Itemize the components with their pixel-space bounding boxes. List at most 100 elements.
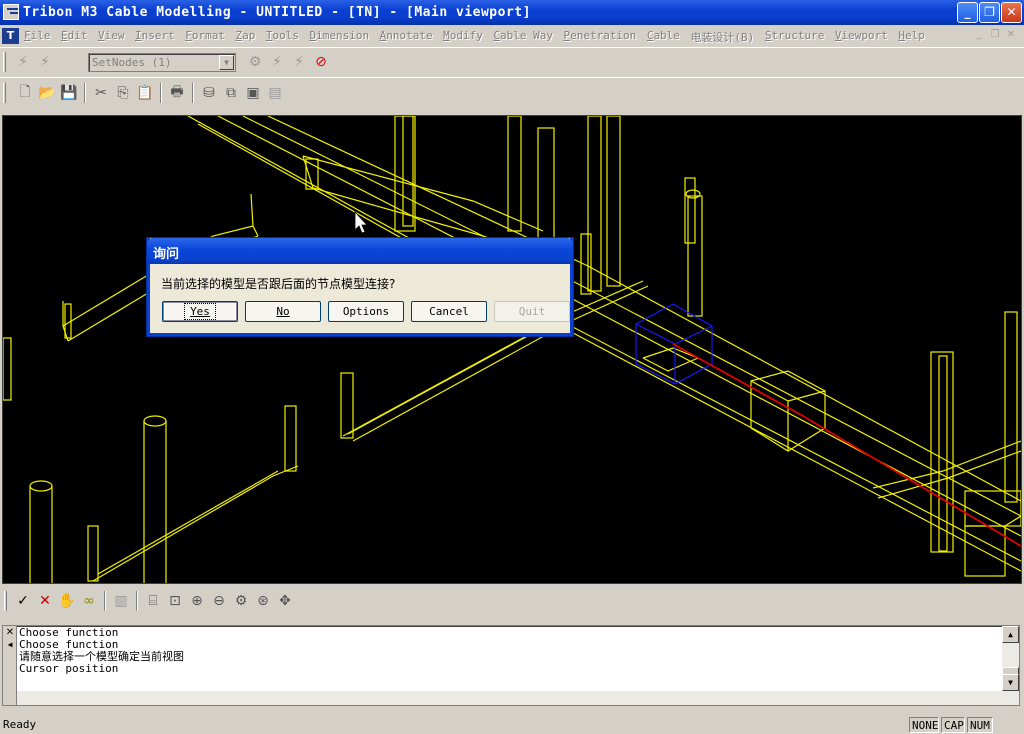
menu-tools[interactable]: Tools	[266, 29, 299, 45]
vertical-scrollbar[interactable]: ▲ ▼	[1002, 626, 1019, 691]
cancel-button[interactable]: Cancel	[411, 301, 487, 322]
cube-icon[interactable]: ⧉	[220, 82, 242, 104]
scroll-down-icon[interactable]: ▼	[1002, 674, 1019, 691]
node-add-icon[interactable]: ⚡	[266, 51, 288, 73]
checkmark-icon[interactable]: ✓	[12, 590, 34, 612]
separator	[84, 83, 86, 103]
message-lines: Choose function Choose function 请随意选择一个模…	[19, 627, 184, 675]
menu-modify[interactable]: Modify	[443, 29, 483, 45]
zoom-extents-icon[interactable]: ⚙	[230, 590, 252, 612]
no-button[interactable]: No	[245, 301, 321, 322]
model-info-icon[interactable]: ▣	[242, 82, 264, 104]
mdi-controls: _ ❐ ✕	[972, 29, 1018, 41]
options-label: Options	[342, 305, 390, 318]
close-log-icon[interactable]: ✕	[4, 627, 16, 638]
mdi-close-icon[interactable]: ✕	[1004, 29, 1018, 41]
close-button[interactable]: ✕	[1001, 2, 1022, 23]
minimize-button[interactable]: _	[957, 2, 978, 23]
document-icon[interactable]: T	[2, 28, 19, 44]
open-folder-icon[interactable]: 📂	[36, 82, 58, 104]
close-icon: ✕	[1006, 5, 1017, 19]
menu-insert[interactable]: Insert	[135, 29, 175, 45]
edit-node-icon[interactable]: ⚙	[244, 51, 266, 73]
cylinder-icon[interactable]: ⛁	[198, 82, 220, 104]
menu-cable-way[interactable]: Cable Way	[493, 29, 553, 45]
zoom-window-icon[interactable]: ⊡	[164, 590, 186, 612]
app-icon	[3, 4, 19, 20]
window-title: Tribon M3 Cable Modelling - UNTITLED - […	[23, 5, 531, 20]
zoom-scale-icon[interactable]: ⊛	[252, 590, 274, 612]
toolbar-grip[interactable]	[3, 83, 6, 103]
lightning-icon[interactable]: ⚡	[12, 51, 34, 73]
paste-icon[interactable]: 📋	[134, 82, 156, 104]
mdi-restore-icon[interactable]: ❐	[988, 29, 1002, 41]
dialog-message: 当前选择的模型是否跟后面的节点模型连接?	[161, 277, 396, 291]
toolbar-grip[interactable]	[3, 52, 6, 72]
zoom-out-icon[interactable]: ⊖	[208, 590, 230, 612]
model-drawing	[3, 116, 1021, 583]
zoom-in-icon[interactable]: ⊕	[186, 590, 208, 612]
options-button[interactable]: Options	[328, 301, 404, 322]
chevron-down-icon[interactable]: ▼	[219, 55, 234, 70]
menu-format[interactable]: Format	[185, 29, 225, 45]
menu-viewport[interactable]: Viewport	[835, 29, 888, 45]
menu-bar: T File Edit View Insert Format Zap Tools…	[0, 25, 1024, 47]
restore-button[interactable]: ❐	[979, 2, 1000, 23]
menu-penetration[interactable]: Penetration	[563, 29, 636, 45]
quit-label: Quit	[518, 305, 546, 318]
status-num: NUM	[967, 717, 993, 733]
menu-electrical-design[interactable]: 电装设计(B)	[690, 29, 754, 45]
scroll-up-icon[interactable]: ▲	[1002, 626, 1019, 643]
separator	[160, 83, 162, 103]
setnodes-select[interactable]: SetNodes (1) ▼	[88, 53, 236, 72]
application-window: Tribon M3 Cable Modelling - UNTITLED - […	[0, 0, 1024, 734]
separator	[104, 591, 106, 611]
separator	[136, 591, 138, 611]
yes-button[interactable]: Yes	[162, 301, 238, 322]
status-none: NONE	[909, 717, 939, 733]
node-remove-icon[interactable]: ⚡	[288, 51, 310, 73]
title-bar[interactable]: Tribon M3 Cable Modelling - UNTITLED - […	[0, 0, 1024, 25]
cut-icon[interactable]: ✂	[90, 82, 112, 104]
status-text: Ready	[3, 718, 37, 731]
minimize-icon: _	[964, 5, 971, 19]
menu-items: File Edit View Insert Format Zap Tools D…	[24, 29, 935, 45]
toolbar-grip[interactable]	[4, 591, 7, 611]
layout-icon[interactable]: ▤	[264, 82, 286, 104]
mdi-minimize-icon[interactable]: _	[972, 29, 986, 41]
print-icon[interactable]: 🖶	[166, 82, 188, 104]
dialog-title[interactable]: 询问	[147, 238, 573, 264]
message-line: Cursor position	[19, 662, 119, 675]
horizontal-scrollbar[interactable]	[17, 691, 1019, 705]
menu-cable[interactable]: Cable	[647, 29, 680, 45]
stop-icon[interactable]: ⊘	[310, 51, 332, 73]
toolbar-nodes: ⚡ ⚡ SetNodes (1) ▼ ⚙ ⚡ ⚡ ⊘	[0, 47, 1024, 77]
menu-annotate[interactable]: Annotate	[380, 29, 433, 45]
hand-pan-icon[interactable]: ✋	[56, 590, 78, 612]
quit-button[interactable]: Quit	[494, 301, 570, 322]
menu-file[interactable]: File	[24, 29, 51, 45]
pan-move-icon[interactable]: ✥	[274, 590, 296, 612]
brush-icon[interactable]: ⌸	[142, 590, 164, 612]
menu-structure[interactable]: Structure	[765, 29, 825, 45]
lightning-icon[interactable]: ⚡	[34, 51, 56, 73]
collapse-icon[interactable]: ◀	[4, 639, 16, 650]
menu-dimension[interactable]: Dimension	[310, 29, 370, 45]
menu-view[interactable]: View	[98, 29, 125, 45]
message-log: ✕ ◀ Choose function Choose function 请随意选…	[2, 625, 1020, 706]
menu-help[interactable]: Help	[898, 29, 925, 45]
no-label: No	[276, 305, 290, 318]
copy-icon[interactable]: ⎘	[112, 82, 134, 104]
message-side-bar: ✕ ◀	[3, 626, 17, 705]
ruler-icon[interactable]: ▥	[110, 590, 132, 612]
yes-label: Yes	[184, 303, 216, 320]
bottom-toolbar: ✓ ✕ ✋ ∞ ▥ ⌸ ⊡ ⊕ ⊖ ⚙ ⊛ ✥	[0, 587, 1024, 615]
new-file-icon[interactable]: 🗋	[14, 82, 36, 104]
menu-edit[interactable]: Edit	[61, 29, 88, 45]
menu-zap[interactable]: Zap	[236, 29, 256, 45]
cancel-x-icon[interactable]: ✕	[34, 590, 56, 612]
main-viewport[interactable]	[2, 115, 1022, 584]
save-icon[interactable]: 💾	[58, 82, 80, 104]
status-cap: CAP	[941, 717, 965, 733]
link-icon[interactable]: ∞	[78, 590, 100, 612]
